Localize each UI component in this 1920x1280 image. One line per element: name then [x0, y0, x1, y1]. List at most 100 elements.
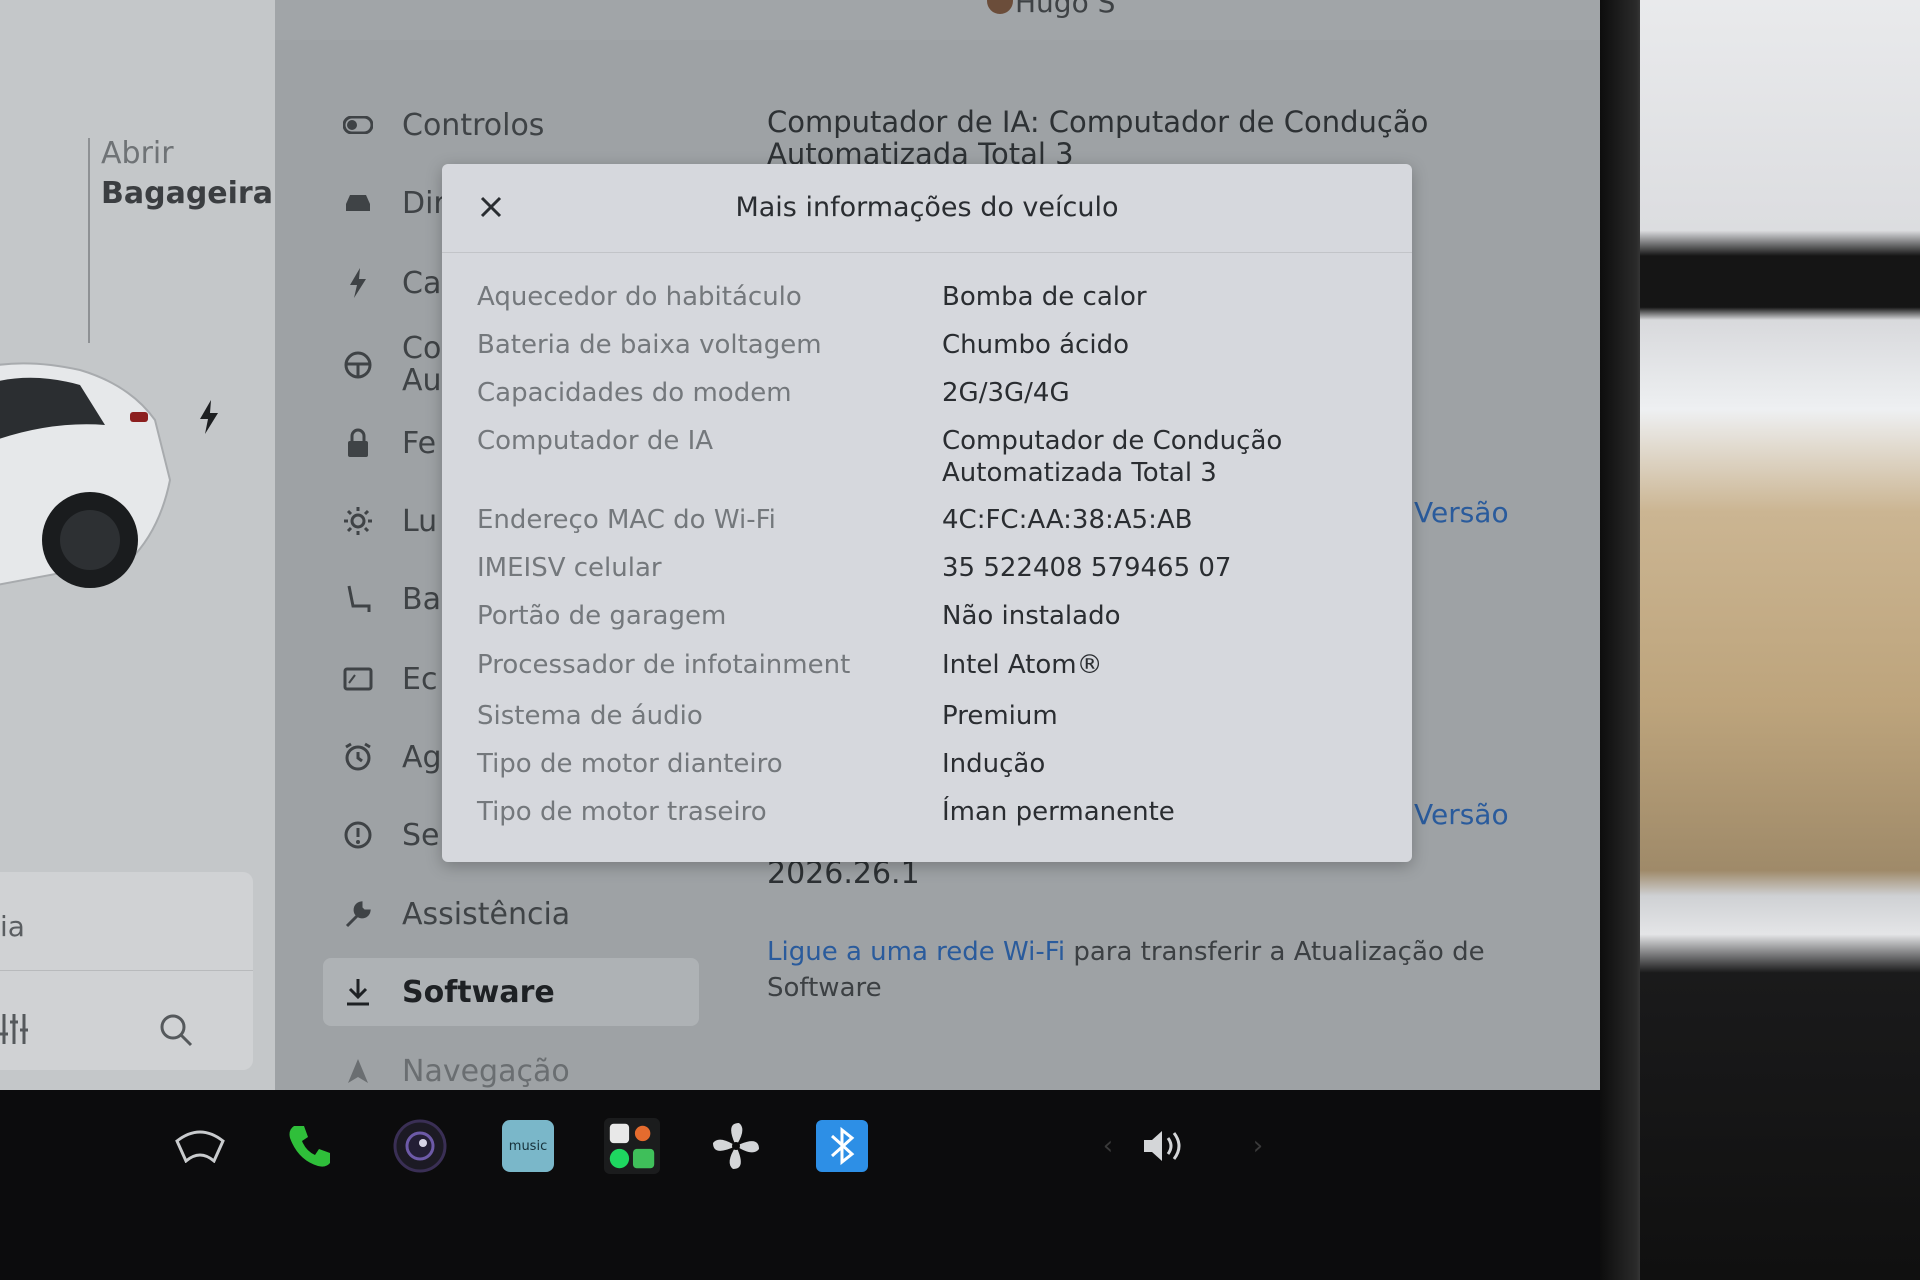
menu-item-label: Controlos — [402, 107, 545, 143]
trunk-label[interactable]: Bagageira — [101, 176, 273, 211]
info-label: Tipo de motor traseiro — [477, 797, 767, 827]
release-notes-link[interactable]: Versão — [1414, 496, 1509, 529]
menu-item-software[interactable]: Software — [323, 958, 699, 1026]
car-status-panel: Abrir Bagageira ia — [0, 0, 275, 1090]
menu-item-label-line2: Au — [402, 363, 442, 398]
info-value: Íman permanente — [942, 797, 1175, 827]
menu-item-label: Fe — [402, 425, 437, 461]
media-divider — [0, 970, 253, 971]
info-value: 2G/3G/4G — [942, 378, 1070, 408]
menu-item-label: Ba — [402, 581, 441, 617]
wifi-text-line2: Software — [767, 973, 882, 1003]
bolt-icon — [340, 265, 376, 301]
wiper-icon[interactable] — [172, 1118, 228, 1174]
info-value: Bomba de calor — [942, 282, 1147, 312]
screen-icon — [340, 661, 376, 697]
info-label: Computador de IA — [477, 426, 714, 456]
chevron-right-icon[interactable]: › — [1230, 1118, 1286, 1174]
amazon-music-label: music — [502, 1120, 554, 1172]
menu-item-ba[interactable]: Ba — [340, 574, 441, 624]
info-label: Endereço MAC do Wi-Fi — [477, 505, 776, 535]
lock-icon — [340, 425, 376, 461]
ai-computer-line-1: Computador de IA: Computador de Condução — [767, 105, 1429, 139]
info-value: 35 522408 579465 07 — [942, 553, 1232, 583]
touchscreen: Abrir Bagageira ia Hugo S Controlos Dir … — [0, 0, 1600, 1090]
info-value: Premium — [942, 701, 1058, 731]
divider — [88, 138, 90, 343]
menu-item-dir[interactable]: Dir — [340, 178, 446, 228]
menu-item-controlos[interactable]: Controlos — [340, 100, 544, 150]
menu-item-co[interactable]: Co Au — [340, 330, 442, 400]
dialog-title: Mais informações do veículo — [735, 192, 1119, 223]
charging-bolt-icon — [200, 400, 218, 434]
sun-icon — [340, 503, 376, 539]
info-value-line2: Automatizada Total 3 — [942, 458, 1217, 488]
menu-item-assistencia[interactable]: Assistência — [340, 889, 570, 939]
media-player-card[interactable]: ia — [0, 872, 253, 1070]
menu-item-label: Assistência — [402, 896, 571, 932]
media-title: ia — [0, 910, 25, 943]
open-trunk-action[interactable]: Abrir — [101, 136, 174, 171]
menu-item-ec[interactable]: Ec — [340, 654, 437, 704]
car-image — [0, 362, 172, 588]
seat-icon — [340, 581, 376, 617]
equalizer-icon[interactable] — [0, 1012, 40, 1046]
menu-item-label: Co — [402, 331, 442, 366]
apps-icon[interactable] — [604, 1118, 660, 1174]
wifi-text: para transferir a Atualização de — [1065, 937, 1485, 967]
chevron-left-icon[interactable]: ‹ — [1080, 1118, 1136, 1174]
dialog-header: Mais informações do veículo — [442, 164, 1412, 253]
wrench-icon — [340, 896, 376, 932]
wifi-link[interactable]: Ligue a uma rede Wi-Fi — [767, 937, 1065, 967]
menu-item-se[interactable]: Se — [340, 810, 440, 860]
fan-icon[interactable] — [708, 1118, 764, 1174]
info-label: IMEISV celular — [477, 553, 662, 583]
amazon-music-icon[interactable]: music — [500, 1118, 556, 1174]
info-value: Não instalado — [942, 601, 1121, 631]
menu-item-ca[interactable]: Ca — [340, 258, 441, 308]
search-icon[interactable] — [158, 1012, 194, 1048]
menu-item-label: Ec — [402, 661, 438, 697]
car-interior-background — [1640, 0, 1920, 1280]
menu-item-navegacao[interactable]: Navegação — [340, 1046, 570, 1090]
info-label: Portão de garagem — [477, 601, 727, 631]
close-icon[interactable] — [472, 188, 510, 226]
info-value: Chumbo ácido — [942, 330, 1129, 360]
info-value: Intel Atom® — [942, 650, 1103, 680]
menu-item-label: Ag — [402, 739, 442, 775]
ai-computer-info: Computador de IA: Computador de Condução… — [767, 106, 1487, 170]
toggle-icon — [340, 107, 376, 143]
menu-item-label: Ca — [402, 265, 442, 301]
menu-item-label: Se — [402, 817, 440, 853]
info-label: Tipo de motor dianteiro — [477, 749, 783, 779]
info-circle-icon — [340, 817, 376, 853]
info-value-line1: Computador de Condução — [942, 426, 1283, 456]
avatar[interactable] — [987, 0, 1013, 14]
info-label: Sistema de áudio — [477, 701, 703, 731]
info-label: Capacidades do modem — [477, 378, 792, 408]
info-label: Bateria de baixa voltagem — [477, 330, 822, 360]
steering-wheel-icon — [340, 347, 376, 383]
bluetooth-icon[interactable] — [814, 1118, 870, 1174]
download-icon — [340, 974, 376, 1010]
user-name[interactable]: Hugo S — [1015, 0, 1115, 19]
wifi-update-message: Ligue a uma rede Wi-Fi para transferir a… — [767, 934, 1487, 1006]
menu-item-fe[interactable]: Fe — [340, 418, 436, 468]
phone-icon[interactable] — [282, 1118, 338, 1174]
alarm-clock-icon — [340, 739, 376, 775]
info-label: Processador de infotainment — [477, 650, 851, 680]
taskbar: music ‹ › — [0, 1090, 1600, 1280]
vehicle-info-dialog: Mais informações do veículo Aquecedor do… — [442, 164, 1412, 862]
car-icon — [340, 185, 376, 221]
menu-item-label: Navegação — [402, 1053, 570, 1089]
menu-item-label: Dir — [402, 185, 446, 221]
menu-item-ag[interactable]: Ag — [340, 732, 442, 782]
info-value: Computador de Condução Automatizada Tota… — [942, 425, 1382, 489]
navigation-icon — [340, 1053, 376, 1089]
volume-icon[interactable] — [1138, 1118, 1194, 1174]
menu-item-label: Software — [402, 974, 555, 1010]
info-value: 4C:FC:AA:38:A5:AB — [942, 505, 1193, 535]
release-notes-link[interactable]: Versão — [1414, 798, 1509, 831]
menu-item-lu[interactable]: Lu — [340, 496, 437, 546]
camera-icon[interactable] — [392, 1118, 448, 1174]
